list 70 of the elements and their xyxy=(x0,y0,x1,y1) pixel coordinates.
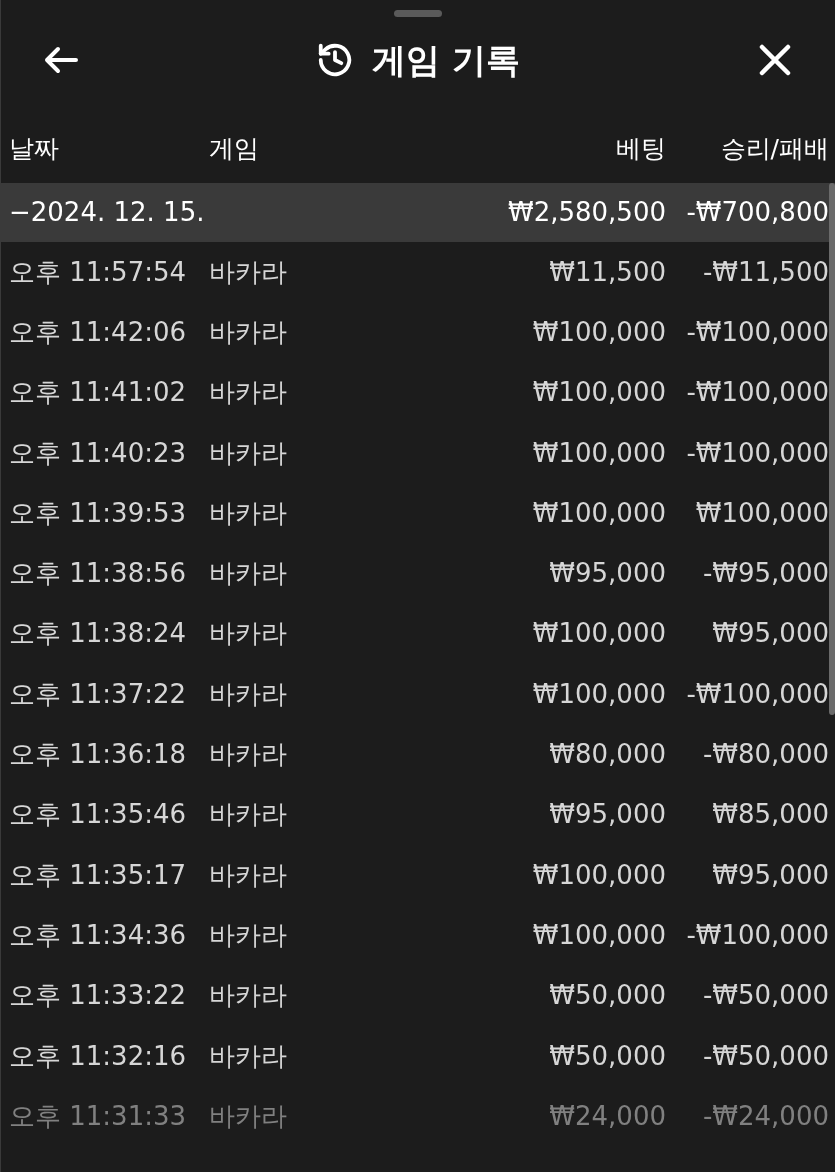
table-cell-text: 바카라 xyxy=(209,858,288,892)
table-cell-text: -₩100,000 xyxy=(685,436,829,470)
table-cell-text: ₩100,000 xyxy=(531,376,666,410)
table-cell-text: 오후 11:35:46 xyxy=(9,798,188,832)
table-cell-text: -₩100,000 xyxy=(685,677,829,711)
table-cell-text: 바카라 xyxy=(209,496,288,530)
table-cell-text: 바카라 xyxy=(209,315,288,349)
table-cell-text: ₩100,000 xyxy=(694,496,829,530)
table-cell-text: 오후 11:31:33 xyxy=(9,1099,188,1133)
column-header: 게임 xyxy=(209,132,260,165)
table-cell-text: ₩100,000 xyxy=(531,918,666,952)
table-cell-text: -₩700,800 xyxy=(685,196,829,229)
table-cell-text: ₩100,000 xyxy=(531,617,666,651)
table-cell-text: -₩100,000 xyxy=(685,918,829,952)
table-cell-text: 오후 11:39:53 xyxy=(9,496,188,530)
table-cell-text: ₩50,000 xyxy=(548,979,666,1013)
table-cell-text: 바카라 xyxy=(209,255,288,289)
window-title: 게임 기록 xyxy=(372,38,520,82)
column-header: 날짜 xyxy=(9,132,60,165)
table-cell-text: -₩50,000 xyxy=(701,979,829,1013)
table-cell-text: ₩2,580,500 xyxy=(506,196,666,229)
table-cell-text: -₩100,000 xyxy=(685,315,829,349)
table-cell-text: ₩100,000 xyxy=(531,677,666,711)
table-cell-text: 오후 11:35:17 xyxy=(9,858,188,892)
table-cell-text: ₩80,000 xyxy=(548,738,666,771)
table-cell-text: -₩11,500 xyxy=(701,255,829,289)
table-cell-text: 오후 11:37:22 xyxy=(9,677,188,711)
drag-handle[interactable] xyxy=(394,10,442,17)
table-cell-text: ₩95,000 xyxy=(711,617,829,651)
table-cell-text: -₩24,000 xyxy=(701,1099,829,1133)
table-cell-text: 바카라 xyxy=(209,617,288,651)
scrollbar[interactable] xyxy=(829,183,835,715)
table-cell-text: 바카라 xyxy=(209,677,288,711)
table-cell-text: 바카라 xyxy=(209,738,288,771)
table-cell-text: -₩100,000 xyxy=(685,376,829,410)
table-cell-text: 오후 11:40:23 xyxy=(9,436,188,470)
table-cell-text: ₩100,000 xyxy=(531,315,666,349)
table-cell-text: ₩100,000 xyxy=(531,858,666,892)
table-cell-text: −2024. 12. 15. xyxy=(9,196,206,229)
column-header: 승리/패배 xyxy=(719,132,829,165)
table-cell-text: 바카라 xyxy=(209,1039,288,1073)
table-cell-text: ₩95,000 xyxy=(711,858,829,892)
table-cell-text: ₩100,000 xyxy=(531,436,666,470)
table-cell-text: ₩95,000 xyxy=(548,557,666,591)
table-cell-text: 오후 11:41:02 xyxy=(9,376,188,410)
table-cell-text: 바카라 xyxy=(209,1099,288,1133)
table-cell-text: 바카라 xyxy=(209,918,288,952)
table-cell-text: -₩80,000 xyxy=(701,738,829,771)
table-cell-text: 오후 11:57:54 xyxy=(9,255,188,289)
table-cell-text: 오후 11:32:16 xyxy=(9,1039,188,1073)
table-cell-text: ₩24,000 xyxy=(548,1099,666,1133)
table-cell-text: ₩100,000 xyxy=(531,496,666,530)
table-cell-text: 오후 11:38:56 xyxy=(9,557,188,591)
table-cell-text: 바카라 xyxy=(209,557,288,591)
table-cell-text: 바카라 xyxy=(209,798,288,832)
table-cell-text: ₩50,000 xyxy=(548,1039,666,1073)
table-cell-text: 오후 11:36:18 xyxy=(9,738,188,771)
table-cell-text: 오후 11:38:24 xyxy=(9,617,188,651)
table-cell-text: ₩95,000 xyxy=(548,798,666,832)
table-cell-text: -₩50,000 xyxy=(701,1039,829,1073)
table-cell-text: 바카라 xyxy=(209,436,288,470)
table-cell-text: ₩11,500 xyxy=(548,255,666,289)
table-cell-text: 바카라 xyxy=(209,979,288,1013)
table-cell-text: -₩95,000 xyxy=(701,557,829,591)
table-cell-text: 바카라 xyxy=(209,376,288,410)
table-cell-text: 오후 11:33:22 xyxy=(9,979,188,1013)
table-cell-text: ₩85,000 xyxy=(711,798,829,832)
column-header: 베팅 xyxy=(615,132,666,165)
table-cell-text: 오후 11:34:36 xyxy=(9,918,188,952)
table-cell-text: 오후 11:42:06 xyxy=(9,315,188,349)
